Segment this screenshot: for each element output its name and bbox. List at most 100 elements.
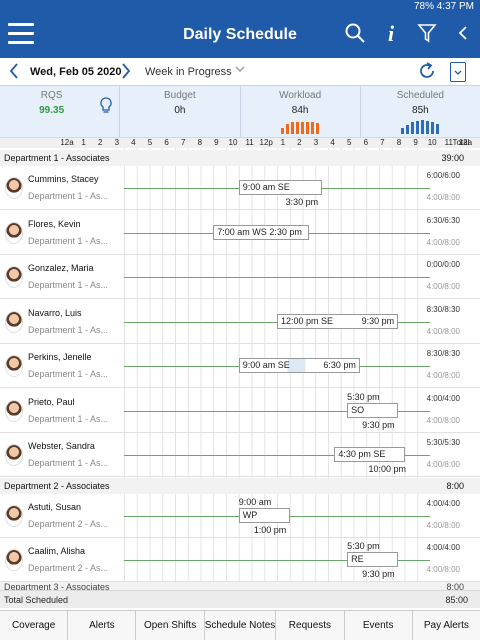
- scheduled-hours: 6:00/6:00: [426, 171, 460, 180]
- metric-label: RQS: [40, 90, 63, 101]
- tab-events[interactable]: Events: [345, 611, 413, 640]
- workload-bars: [281, 120, 320, 134]
- mini-bar: [426, 121, 430, 134]
- next-date-icon[interactable]: [120, 61, 132, 86]
- hour-label: 11: [245, 138, 254, 147]
- schedule-status-dropdown[interactable]: Week in Progress: [145, 66, 232, 78]
- shift-end: 9:30 pm: [362, 569, 395, 579]
- target-hours: 4:00/8:00: [426, 520, 460, 530]
- employee-row[interactable]: Navarro, Luis Department 1 - As... 8:30/8:…: [0, 300, 480, 344]
- total-scheduled-row: Total Scheduled 85:00: [0, 590, 480, 608]
- scheduled-hours: 4:00/4:00: [426, 498, 460, 508]
- employee-row[interactable]: Gonzalez, Maria Department 1 - As... 0:00/…: [0, 255, 480, 299]
- shift-block[interactable]: WP: [238, 507, 290, 523]
- previous-date-icon[interactable]: [8, 61, 20, 86]
- current-date[interactable]: Wed, Feb 05 2020: [30, 66, 122, 78]
- hour-label: 12a: [458, 138, 473, 147]
- hour-label: 5: [147, 138, 153, 147]
- shift-end: 6:30 pm: [323, 360, 356, 370]
- shift-start: 9:00 am: [242, 182, 276, 192]
- collapse-icon[interactable]: [452, 22, 474, 46]
- employee-row[interactable]: Cummins, Stacey Department 1 - As... 6:00/…: [0, 166, 480, 210]
- employee-row[interactable]: Webster, Sandra Department 1 - As... 5:30/…: [0, 433, 480, 477]
- mini-bar: [416, 121, 420, 134]
- tab-alerts[interactable]: Alerts: [68, 611, 137, 640]
- mini-bar: [421, 120, 425, 134]
- employee-row[interactable]: Astuti, Susan Department 2 - As... 4:00/4:…: [0, 494, 480, 538]
- metric-scheduled[interactable]: Scheduled 85h: [361, 86, 480, 137]
- shift-end: 9:30 pm: [361, 315, 395, 326]
- shift-block[interactable]: 7:00 am WS 2:30 pm: [213, 224, 309, 240]
- document-icon[interactable]: [450, 62, 466, 82]
- metric-rqs[interactable]: RQS 99.35: [0, 86, 121, 137]
- hour-label: 11: [444, 138, 453, 147]
- shift-start: 5:30 pm: [347, 391, 380, 402]
- hour-header: Total 12a 1 2 3 4 5 6 7 8 9 10 11 12p 1 2 3 4 5 6 7 8 9 10 11 12…: [0, 138, 480, 148]
- shift-end: 10:00 pm: [368, 464, 407, 474]
- shift-code: WS: [252, 226, 267, 237]
- mini-bar: [301, 122, 305, 134]
- search-icon[interactable]: [344, 22, 366, 46]
- shift-code: RE: [351, 554, 364, 564]
- hour-label: 5: [346, 138, 352, 147]
- tab-pay-alerts[interactable]: Pay Alerts: [413, 611, 480, 640]
- shift-code: SE: [277, 182, 290, 192]
- lightbulb-icon[interactable]: [99, 96, 113, 121]
- filter-icon[interactable]: [416, 22, 438, 46]
- employee-name: Flores, Kevin: [28, 218, 81, 229]
- shift-end: 2:30 pm: [269, 226, 302, 237]
- hour-label: 8: [197, 138, 203, 147]
- scheduled-hours: 5:30/5:30: [426, 438, 460, 447]
- metric-budget[interactable]: Budget 0h: [120, 86, 241, 137]
- metric-label: Scheduled: [396, 90, 444, 101]
- shift-start: 7:00 am: [217, 226, 250, 237]
- employee-department: Department 1 - As...: [28, 191, 109, 201]
- tab-open-shifts[interactable]: Open Shifts: [136, 611, 205, 640]
- chevron-down-icon[interactable]: [234, 64, 246, 77]
- tab-requests[interactable]: Requests: [276, 611, 345, 640]
- employee-row[interactable]: Caalim, Alisha Department 2 - As... 4:00/4…: [0, 538, 480, 582]
- hour-label: 9: [413, 138, 418, 147]
- tab-schedule-notes[interactable]: Schedule Notes: [205, 611, 277, 640]
- department-header[interactable]: Department 2 - Associates 8:00: [0, 477, 480, 494]
- employee-department: Department 1 - As...: [28, 413, 109, 424]
- hour-label: 12a: [60, 138, 74, 147]
- scheduled-hours: 8:30/8:30: [426, 349, 460, 358]
- department-name: Department 2 - Associates: [4, 480, 110, 491]
- metric-label: Budget: [164, 90, 196, 101]
- employee-row[interactable]: Prieto, Paul Department 1 - As... 4:00/4:0…: [0, 389, 480, 433]
- avatar: [5, 266, 23, 288]
- hour-label: 12p: [259, 138, 273, 147]
- info-icon[interactable]: i: [380, 22, 402, 46]
- employee-department: Department 1 - As...: [28, 235, 109, 246]
- employee-name: Astuti, Susan: [28, 501, 82, 512]
- shift-code: SO: [351, 404, 365, 415]
- metric-workload[interactable]: Workload 84h: [241, 86, 361, 137]
- shift-block[interactable]: RE: [347, 552, 399, 567]
- employee-row[interactable]: Perkins, Jenelle Department 1 - As... 8:30…: [0, 344, 480, 388]
- employee-row[interactable]: Flores, Kevin Department 1 - As... 6:30/6:…: [0, 211, 480, 255]
- app-bar: Daily Schedule i: [0, 14, 480, 58]
- total-value: 85:00: [445, 595, 468, 605]
- shift-block[interactable]: 4:30 pm SE: [334, 447, 405, 462]
- shift-block[interactable]: 9:00 am SE 6:30 pm: [238, 358, 360, 373]
- department-header[interactable]: Department 1 - Associates 39:00: [0, 150, 480, 166]
- tab-coverage[interactable]: Coverage: [0, 611, 69, 640]
- timeline: [124, 277, 430, 278]
- department-total: 8:00: [446, 480, 464, 491]
- mini-bar: [436, 124, 440, 134]
- shift-block[interactable]: 9:00 am SE: [238, 180, 322, 195]
- scheduled-hours: 6:30/6:30: [426, 215, 460, 225]
- mini-bar: [306, 122, 310, 134]
- shift-block[interactable]: 12:00 pm SE 9:30 pm: [277, 313, 399, 329]
- scheduled-hours: 8:30/8:30: [426, 304, 460, 314]
- schedule-grid: Department 1 - Associates 39:00 Cummins, S…: [0, 148, 480, 582]
- hour-label: 8: [396, 138, 402, 147]
- employee-department: Department 2 - As...: [28, 518, 109, 529]
- target-hours: 4:00/8:00: [426, 415, 460, 425]
- refresh-icon[interactable]: [416, 60, 438, 88]
- hour-label: 7: [180, 138, 186, 147]
- shift-block[interactable]: SO: [347, 402, 399, 418]
- hour-label: 9: [214, 138, 219, 147]
- scheduled-hours: 4:00/4:00: [426, 393, 460, 403]
